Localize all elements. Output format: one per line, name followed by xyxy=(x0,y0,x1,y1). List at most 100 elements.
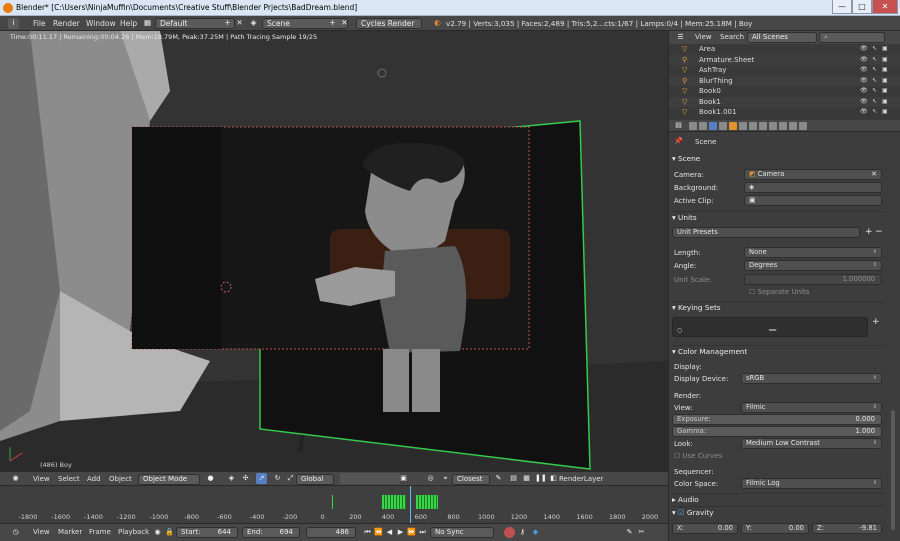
interaction-mode-select[interactable]: Object Mode xyxy=(138,474,200,485)
panel-gravity-header[interactable]: ▾ ☑ Gravity xyxy=(672,508,714,517)
scene-tab-icon[interactable] xyxy=(709,122,717,130)
opengl-render-icon[interactable]: ▤ xyxy=(508,473,519,484)
use-curves-checkbox[interactable]: ☐ Use Curves xyxy=(674,452,722,460)
visibility-icon[interactable]: 👁 xyxy=(860,77,868,84)
vp-menu-select[interactable]: Select xyxy=(58,472,80,486)
add-keying-set-button[interactable]: + xyxy=(872,317,880,327)
editor-type-3dview-icon[interactable]: ◉ xyxy=(10,473,21,484)
menu-render[interactable]: Render xyxy=(53,16,80,31)
display-device-select[interactable]: sRGB ⇕ xyxy=(741,373,882,384)
tl-menu-view[interactable]: View xyxy=(33,524,50,541)
render-layer-icon[interactable]: ◧ xyxy=(548,473,559,484)
outliner-row[interactable]: ⚲ BlurThing 👁 ↖ ▣ xyxy=(669,75,900,86)
editor-type-outliner-icon[interactable]: ☰ xyxy=(675,32,686,43)
visibility-icon[interactable]: 👁 xyxy=(860,98,868,105)
visibility-icon[interactable]: 👁 xyxy=(860,108,868,115)
renderable-icon[interactable]: ▣ xyxy=(882,77,888,84)
vp-menu-add[interactable]: Add xyxy=(87,472,101,486)
visibility-icon[interactable]: 👁 xyxy=(860,45,868,52)
jump-end-icon[interactable]: ⏭ xyxy=(417,527,428,538)
vp-menu-object[interactable]: Object xyxy=(109,472,132,486)
jump-start-icon[interactable]: ⏮ xyxy=(362,527,373,538)
lock-layers-icon[interactable]: ▣ xyxy=(398,473,409,484)
sync-mode-select[interactable]: No Sync xyxy=(430,527,494,538)
panel-audio-header[interactable]: ▸ Audio xyxy=(672,495,699,504)
pivot-point-icon[interactable]: ◈ xyxy=(226,473,237,484)
close-window-button[interactable]: ✕ xyxy=(872,0,898,14)
selectable-icon[interactable]: ↖ xyxy=(872,108,878,115)
keyframe-delete-icon[interactable]: ✂ xyxy=(636,527,647,538)
look-select[interactable]: Medium Low Contrast ⇕ xyxy=(741,438,882,449)
tl-menu-marker[interactable]: Marker xyxy=(58,524,82,541)
rotate-manipulator-icon[interactable]: ↻ xyxy=(272,473,283,484)
render-tab-icon[interactable] xyxy=(689,122,697,130)
angle-unit-select[interactable]: Degrees ⇕ xyxy=(744,260,882,271)
outliner-row[interactable]: ▽ Book1.001 👁 ↖ ▣ xyxy=(669,107,900,118)
current-frame-field[interactable]: 486 xyxy=(306,527,356,538)
record-icon[interactable] xyxy=(504,527,515,538)
modifiers-tab-icon[interactable] xyxy=(749,122,757,130)
vp-menu-view[interactable]: View xyxy=(33,472,50,486)
editor-type-timeline-icon[interactable]: ◷ xyxy=(10,527,21,538)
opengl-anim-icon[interactable]: ▦ xyxy=(521,473,532,484)
screen-layout-icon[interactable]: ▦ xyxy=(142,18,153,29)
snap-target-icon[interactable]: ✎ xyxy=(493,473,504,484)
transform-orientation-select[interactable]: Global xyxy=(296,474,334,485)
remove-screen-button[interactable]: ✕ xyxy=(234,18,245,29)
renderable-icon[interactable]: ▣ xyxy=(882,56,888,63)
world-tab-icon[interactable] xyxy=(719,122,727,130)
outliner-row[interactable]: ▽ Area 👁 ↖ ▣ xyxy=(669,44,900,55)
properties-editor[interactable]: ▤ 📌 Scene ▾ Scene Camera: ◩ Camera ✕ Back… xyxy=(668,120,900,541)
gamma-slider[interactable]: Gamma: 1.000 xyxy=(672,426,882,437)
editor-type-properties-icon[interactable]: ▤ xyxy=(673,120,684,131)
object-tab-icon[interactable] xyxy=(729,122,737,130)
render-engine-select[interactable]: Cycles Render xyxy=(356,18,422,29)
menu-window[interactable]: Window xyxy=(86,16,116,31)
gravity-checkbox[interactable]: ☑ xyxy=(678,508,685,517)
tl-menu-frame[interactable]: Frame xyxy=(89,524,111,541)
outliner-row[interactable]: ⚲ Armature.Sheet 👁 ↖ ▣ xyxy=(669,54,900,65)
background-field[interactable]: ◈ xyxy=(744,182,882,193)
add-preset-button[interactable]: + xyxy=(865,227,873,237)
view-transform-select[interactable]: Filmic ⇕ xyxy=(741,402,882,413)
current-frame-line[interactable] xyxy=(410,486,411,524)
play-reverse-icon[interactable]: ◀ xyxy=(384,527,395,538)
layer-buttons[interactable] xyxy=(340,473,400,484)
editor-type-info-icon[interactable]: i xyxy=(8,18,19,29)
remove-preset-button[interactable]: − xyxy=(875,227,883,237)
selectable-icon[interactable]: ↖ xyxy=(872,98,878,105)
selectable-icon[interactable]: ↖ xyxy=(872,87,878,94)
lock-frame-icon[interactable]: 🔒 xyxy=(164,527,175,538)
keying-sets-list[interactable]: ○ ══ xyxy=(672,317,868,337)
selectable-icon[interactable]: ↖ xyxy=(872,56,878,63)
selectable-icon[interactable]: ↖ xyxy=(872,77,878,84)
keying-set-icon[interactable]: ⚷ xyxy=(517,527,528,538)
minimize-button[interactable]: — xyxy=(832,0,852,14)
renderable-icon[interactable]: ▣ xyxy=(882,108,888,115)
camera-field[interactable]: ◩ Camera ✕ xyxy=(744,169,882,180)
render-layers-tab-icon[interactable] xyxy=(699,122,707,130)
panel-units-header[interactable]: ▾ Units xyxy=(672,213,697,222)
panel-scene-header[interactable]: ▾ Scene xyxy=(672,154,700,163)
clear-camera-icon[interactable]: ✕ xyxy=(871,170,877,179)
renderable-icon[interactable]: ▣ xyxy=(882,98,888,105)
outliner-row[interactable]: ▽ Book1 👁 ↖ ▣ xyxy=(669,96,900,107)
gravity-y-field[interactable]: Y: 0.00 xyxy=(741,523,809,534)
viewport-shading-icon[interactable]: ● xyxy=(205,473,216,484)
texture-tab-icon[interactable] xyxy=(779,122,787,130)
exposure-slider[interactable]: Exposure: 0.000 xyxy=(672,414,882,425)
ol-menu-view[interactable]: View xyxy=(695,31,712,44)
outliner-search-input[interactable]: ⌕ xyxy=(819,32,885,43)
start-frame-field[interactable]: Start: 644 xyxy=(176,527,238,538)
translate-manipulator-icon[interactable]: ↗ xyxy=(256,473,267,484)
outliner-row[interactable]: ▽ Book0 👁 ↖ ▣ xyxy=(669,86,900,97)
visibility-icon[interactable]: 👁 xyxy=(860,87,868,94)
3d-viewport[interactable]: Time:00:11.17 | Remaining:00:04.26 | Mem… xyxy=(0,31,668,471)
scale-manipulator-icon[interactable]: ⤢ xyxy=(285,473,296,484)
timeline-editor[interactable]: -1800 -1600 -1400 -1200 -1000 -800 -600 -400 -20… xyxy=(0,485,668,524)
pin-icon[interactable]: 📌 xyxy=(674,137,683,145)
list-resize-handle[interactable]: ══ xyxy=(769,327,776,334)
menu-help[interactable]: Help xyxy=(120,16,137,31)
snap-icon[interactable]: ⌖ xyxy=(440,473,451,484)
next-keyframe-icon[interactable]: ⏩ xyxy=(406,527,417,538)
